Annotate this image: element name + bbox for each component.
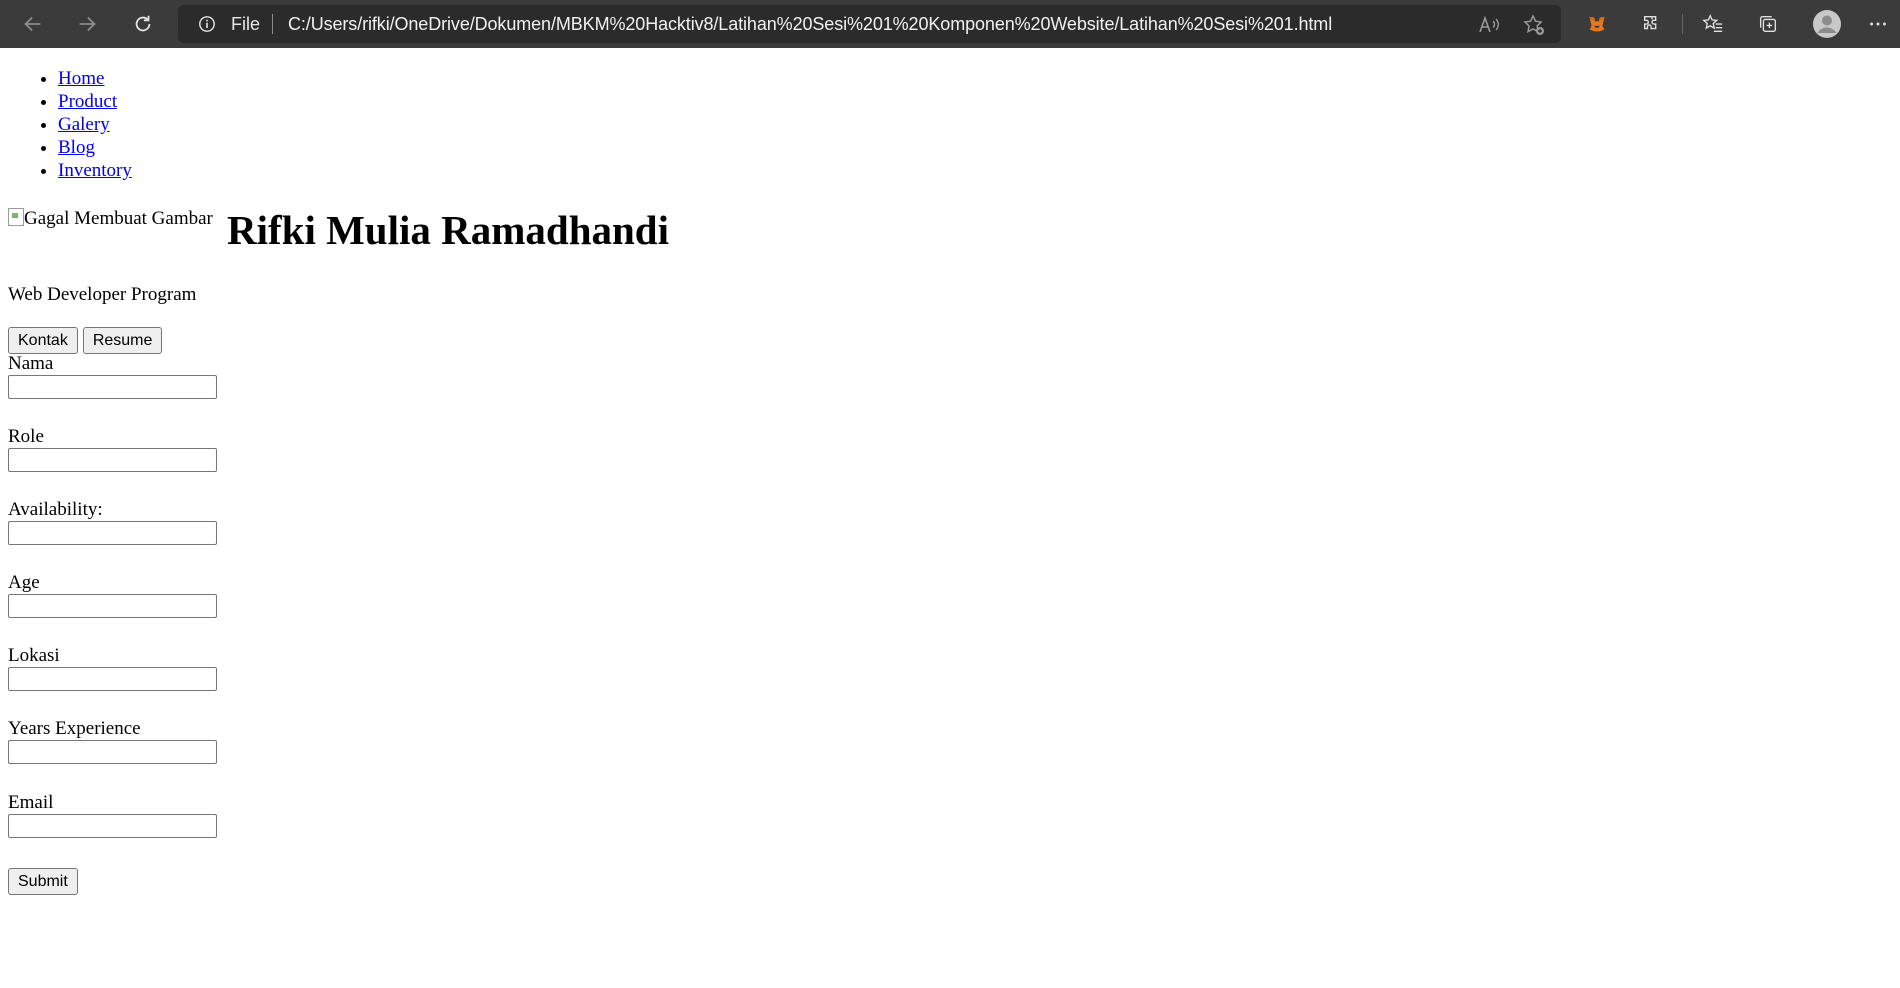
nama-label: Nama [8, 353, 54, 374]
form-field-lokasi: Lokasi [8, 645, 217, 691]
years-experience-label: Years Experience [8, 718, 141, 739]
forward-button[interactable] [72, 10, 102, 38]
refresh-button[interactable] [128, 10, 158, 38]
availability-input[interactable] [8, 521, 217, 545]
form-field-age: Age [8, 572, 217, 618]
favorites-icon [1702, 14, 1723, 33]
role-label: Role [8, 426, 44, 447]
back-button[interactable] [18, 10, 48, 38]
metamask-icon [1588, 16, 1606, 32]
form-field-nama: Nama [8, 353, 217, 399]
submit-button[interactable]: Submit [8, 868, 78, 895]
resume-button[interactable]: Resume [82, 327, 163, 354]
browser-toolbar: File C:/Users/rifki/OneDrive/Dokumen/MBK… [0, 0, 1900, 48]
extensions-button[interactable] [1640, 12, 1664, 36]
extensions-icon [1643, 15, 1657, 30]
back-icon [24, 16, 41, 32]
broken-image-icon [8, 208, 24, 226]
broken-image: Gagal Membuat Gambar [8, 208, 213, 230]
age-input[interactable] [8, 594, 217, 618]
form-field-availability: Availability: [8, 499, 217, 545]
lokasi-input[interactable] [8, 667, 217, 691]
info-icon[interactable] [198, 15, 216, 33]
nama-input[interactable] [8, 375, 217, 399]
nav-item-home: Home [58, 67, 132, 90]
metamask-extension[interactable] [1585, 12, 1609, 36]
refresh-icon [135, 15, 151, 32]
url-text[interactable]: C:/Users/rifki/OneDrive/Dokumen/MBKM%20H… [288, 14, 1332, 35]
collections-button[interactable] [1756, 12, 1780, 36]
image-alt-text: Gagal Membuat Gambar [24, 208, 213, 229]
form-field-years-experience: Years Experience [8, 718, 217, 764]
profile-icon [1813, 10, 1841, 38]
form-field-email: Email [8, 792, 217, 838]
address-divider [272, 14, 273, 34]
years-experience-input[interactable] [8, 740, 217, 764]
nav-item-blog: Blog [58, 136, 132, 159]
profile-button[interactable] [1812, 9, 1842, 39]
nav-menu: Home Product Galery Blog Inventory [0, 67, 132, 182]
more-button[interactable] [1866, 12, 1890, 36]
nav-link-galery[interactable]: Galery [58, 114, 110, 135]
url-scheme: File [231, 14, 261, 34]
nav-item-inventory: Inventory [58, 159, 132, 182]
toolbar-divider [1682, 14, 1683, 34]
page-title: Rifki Mulia Ramadhandi [227, 207, 669, 253]
nav-link-inventory[interactable]: Inventory [58, 160, 132, 181]
favorites-button[interactable] [1701, 12, 1725, 36]
nav-link-product[interactable]: Product [58, 91, 117, 112]
more-icon [1870, 22, 1886, 26]
nav-link-home[interactable]: Home [58, 68, 104, 89]
nav-item-galery: Galery [58, 113, 132, 136]
age-label: Age [8, 572, 40, 593]
collections-icon [1759, 15, 1777, 33]
email-label: Email [8, 792, 54, 813]
add-favorite-icon[interactable] [1523, 14, 1545, 36]
forward-icon [79, 16, 96, 32]
availability-label: Availability: [8, 499, 103, 520]
page-content: Home Product Galery Blog Inventory Gagal… [0, 48, 1900, 988]
read-aloud-icon[interactable] [1478, 15, 1500, 35]
action-buttons: Kontak Resume [8, 327, 163, 354]
email-input[interactable] [8, 814, 217, 838]
kontak-button[interactable]: Kontak [8, 327, 78, 354]
address-bar[interactable]: File C:/Users/rifki/OneDrive/Dokumen/MBK… [178, 5, 1561, 43]
lokasi-label: Lokasi [8, 645, 60, 666]
nav-link-blog[interactable]: Blog [58, 137, 95, 158]
form-field-role: Role [8, 426, 217, 472]
nav-item-product: Product [58, 90, 132, 113]
role-input[interactable] [8, 448, 217, 472]
subtitle: Web Developer Program [8, 284, 197, 305]
